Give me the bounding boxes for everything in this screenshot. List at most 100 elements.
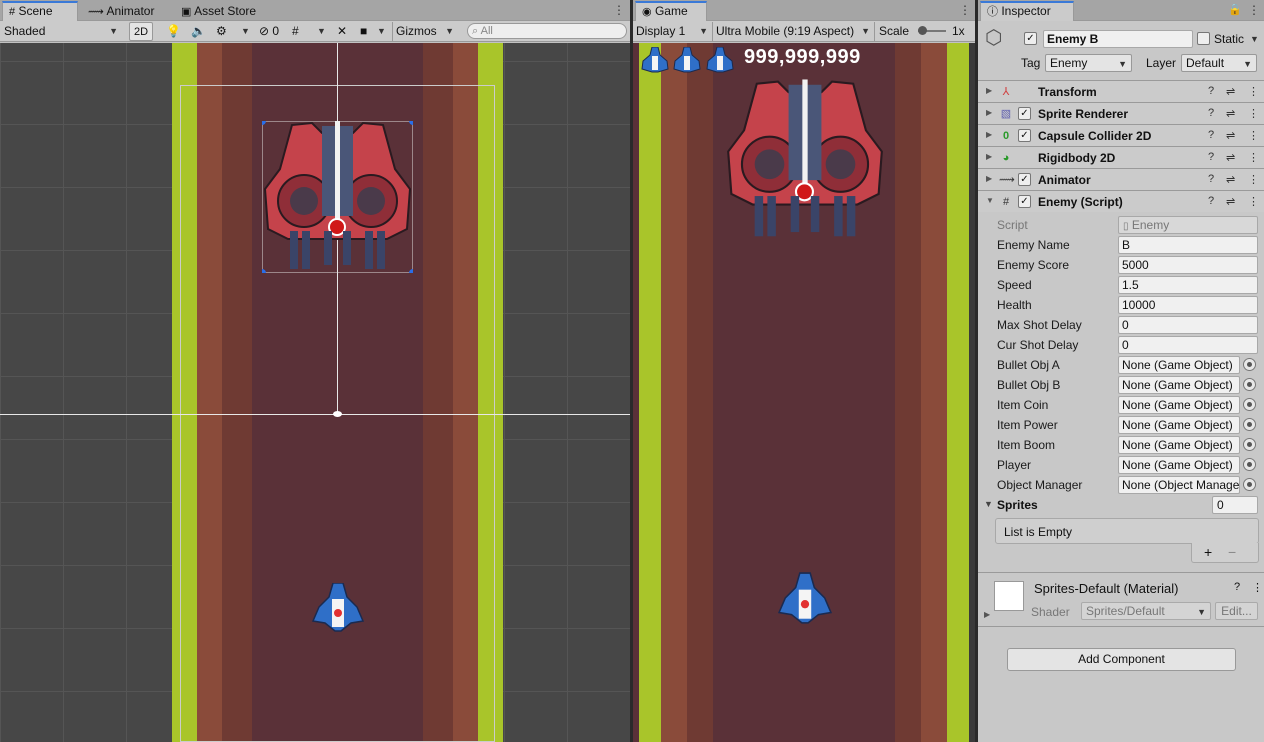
pivot-marker[interactable] — [333, 411, 342, 417]
object-picker-icon[interactable] — [1243, 398, 1256, 411]
grid-snap-icon[interactable]: # — [292, 22, 299, 41]
preset-icon[interactable]: ⇌ — [1226, 85, 1235, 98]
shader-dropdown[interactable]: Sprites/Default ▼ — [1081, 602, 1211, 620]
aspect-dropdown[interactable]: Ultra Mobile (9:19 Aspect) ▼ — [712, 22, 872, 41]
lock-icon[interactable]: 🔒 — [1228, 4, 1242, 16]
object-picker-icon[interactable] — [1243, 438, 1256, 451]
enabled-checkbox[interactable]: ✓ — [1018, 173, 1031, 186]
component-transform[interactable]: ▶ ⅄ Transform ? ⇌ ⋮ — [978, 80, 1264, 102]
material-menu-icon[interactable]: ⋮ — [1252, 581, 1263, 594]
object-picker-icon[interactable] — [1243, 458, 1256, 471]
tag-dropdown[interactable]: Enemy ▼ — [1045, 54, 1132, 72]
scene-view[interactable] — [0, 43, 630, 742]
player-ship-sprite[interactable] — [311, 582, 365, 633]
foldout-expanded-icon[interactable]: ▼ — [986, 196, 994, 205]
foldout-icon[interactable]: ▶ — [986, 86, 992, 95]
list-remove-button[interactable]: − — [1228, 544, 1236, 560]
component-menu-icon[interactable]: ⋮ — [1248, 195, 1259, 208]
hidden-objects-toggle[interactable]: ⊘ 0 — [259, 22, 279, 41]
mode-2d-toggle[interactable]: 2D — [129, 22, 153, 41]
foldout-icon[interactable]: ▶ — [984, 610, 990, 619]
object-reference-field[interactable]: None (Game Object) — [1118, 376, 1240, 394]
help-icon[interactable]: ? — [1208, 151, 1214, 163]
tab-asset-store[interactable]: ▣ Asset Store — [175, 2, 264, 22]
preset-icon[interactable]: ⇌ — [1226, 173, 1235, 186]
layer-dropdown[interactable]: Default ▼ — [1181, 54, 1257, 72]
help-icon[interactable]: ? — [1208, 195, 1214, 207]
component-capsule-collider[interactable]: ▶ 0 ✓ Capsule Collider 2D ? ⇌ ⋮ — [978, 124, 1264, 146]
object-name-field[interactable]: Enemy B — [1043, 30, 1193, 48]
scene-menu-icon[interactable]: ⋮ — [613, 4, 625, 16]
enemy-b-sprite[interactable] — [258, 117, 417, 277]
help-icon[interactable]: ? — [1208, 85, 1214, 97]
property-value-field[interactable]: 1.5 — [1118, 276, 1258, 294]
audio-icon[interactable]: 🔈 — [191, 22, 206, 41]
display-dropdown[interactable]: Display 1 ▼ — [636, 22, 710, 41]
lighting-icon[interactable]: 💡 — [166, 22, 181, 41]
object-reference-field[interactable]: None (Game Object) — [1118, 396, 1240, 414]
component-menu-icon[interactable]: ⋮ — [1248, 173, 1259, 186]
help-icon[interactable]: ? — [1208, 107, 1214, 119]
object-reference-field[interactable]: None (Game Object) — [1118, 356, 1240, 374]
enabled-checkbox[interactable]: ✓ — [1018, 107, 1031, 120]
sprites-count-field[interactable]: 0 — [1212, 496, 1258, 514]
scale-slider-handle[interactable] — [918, 26, 927, 35]
preset-icon[interactable]: ⇌ — [1226, 129, 1235, 142]
property-value-field[interactable]: 0 — [1118, 336, 1258, 354]
component-animator[interactable]: ▶ ⟿ ✓ Animator ? ⇌ ⋮ — [978, 168, 1264, 190]
enabled-checkbox[interactable]: ✓ — [1018, 195, 1031, 208]
object-picker-icon[interactable] — [1243, 478, 1256, 491]
search-input[interactable]: ⌕ All — [467, 23, 627, 39]
camera-dropdown-icon[interactable]: ▼ — [377, 22, 386, 41]
object-reference-field[interactable]: None (Object Manage — [1118, 476, 1240, 494]
tab-inspector[interactable]: ⓘ Inspector — [980, 1, 1074, 21]
component-menu-icon[interactable]: ⋮ — [1248, 107, 1259, 120]
camera-icon[interactable]: ■ — [360, 22, 367, 41]
shader-edit-button[interactable]: Edit... — [1215, 602, 1258, 620]
active-checkbox[interactable]: ✓ — [1024, 32, 1037, 45]
component-sprite-renderer[interactable]: ▶ ▧ ✓ Sprite Renderer ? ⇌ ⋮ — [978, 102, 1264, 124]
object-reference-field[interactable]: None (Game Object) — [1118, 456, 1240, 474]
effects-dropdown-icon[interactable]: ▼ — [241, 22, 250, 41]
preset-icon[interactable]: ⇌ — [1226, 151, 1235, 164]
foldout-icon[interactable]: ▶ — [986, 108, 992, 117]
property-value-field[interactable]: B — [1118, 236, 1258, 254]
component-menu-icon[interactable]: ⋮ — [1248, 85, 1259, 98]
gizmos-dropdown[interactable]: Gizmos ▼ — [392, 22, 458, 41]
component-rigidbody[interactable]: ▶ ◕ Rigidbody 2D ? ⇌ ⋮ — [978, 146, 1264, 168]
object-reference-field[interactable]: None (Game Object) — [1118, 436, 1240, 454]
tab-animator[interactable]: ⟿ Animator — [82, 2, 162, 22]
game-menu-icon[interactable]: ⋮ — [959, 4, 971, 16]
help-icon[interactable]: ? — [1234, 581, 1240, 593]
effects-icon[interactable]: ⚙ — [216, 22, 227, 41]
sprites-foldout[interactable]: ▼ Sprites 0 — [978, 495, 1264, 515]
component-enemy-script[interactable]: ▼ # ✓ Enemy (Script) ? ⇌ ⋮ — [978, 190, 1264, 212]
object-reference-field[interactable]: None (Game Object) — [1118, 416, 1240, 434]
foldout-icon[interactable]: ▶ — [986, 174, 992, 183]
grid-dropdown-icon[interactable]: ▼ — [317, 22, 326, 41]
static-dropdown-icon[interactable]: ▼ — [1250, 34, 1259, 44]
object-picker-icon[interactable] — [1243, 418, 1256, 431]
object-picker-icon[interactable] — [1243, 378, 1256, 391]
foldout-icon[interactable]: ▶ — [986, 152, 992, 161]
scale-control[interactable]: Scale 1x — [874, 22, 972, 41]
inspector-menu-icon[interactable]: ⋮ — [1248, 4, 1260, 16]
property-value-field[interactable]: 5000 — [1118, 256, 1258, 274]
component-menu-icon[interactable]: ⋮ — [1248, 129, 1259, 142]
property-value-field[interactable]: 0 — [1118, 316, 1258, 334]
component-menu-icon[interactable]: ⋮ — [1248, 151, 1259, 164]
list-add-button[interactable]: + — [1204, 544, 1212, 560]
foldout-icon[interactable]: ▶ — [986, 130, 992, 139]
property-value-field[interactable]: 10000 — [1118, 296, 1258, 314]
tools-icon[interactable]: ✕ — [337, 22, 347, 41]
shading-mode-dropdown[interactable]: Shaded ▼ — [4, 22, 122, 41]
static-checkbox[interactable] — [1197, 32, 1210, 45]
tab-game[interactable]: ◉ Game — [635, 1, 707, 21]
game-view[interactable]: 999,999,999 — [633, 43, 975, 742]
enabled-checkbox[interactable]: ✓ — [1018, 129, 1031, 142]
preset-icon[interactable]: ⇌ — [1226, 195, 1235, 208]
preset-icon[interactable]: ⇌ — [1226, 107, 1235, 120]
tab-scene[interactable]: # Scene — [2, 1, 78, 21]
help-icon[interactable]: ? — [1208, 173, 1214, 185]
help-icon[interactable]: ? — [1208, 129, 1214, 141]
